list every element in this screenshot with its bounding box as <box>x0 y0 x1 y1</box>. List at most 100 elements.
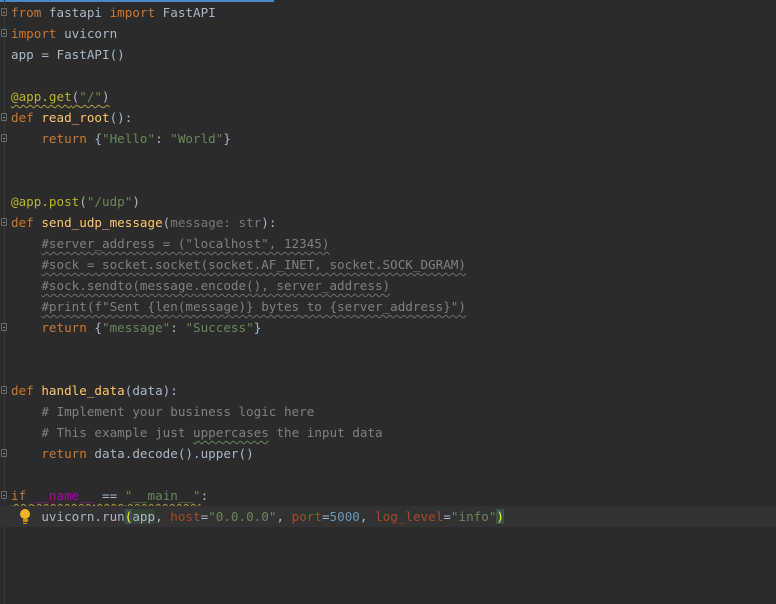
code-token: "message" <box>102 320 171 335</box>
code-token: #sock.sendto(message.encode(), server_ad… <box>41 278 391 293</box>
fold-marker-icon[interactable] <box>1 323 7 331</box>
code-token: "/udp" <box>86 194 133 209</box>
code-token: "/" <box>79 89 103 104</box>
code-line[interactable]: return {"message": "Success"} <box>0 317 776 338</box>
code-line[interactable]: import uvicorn <box>0 23 776 44</box>
code-line[interactable]: #print(f"Sent {len(message)} bytes to {s… <box>0 296 776 317</box>
code-line[interactable]: #sock = socket.socket(socket.AF_INET, so… <box>0 254 776 275</box>
code-token: port <box>291 509 322 524</box>
code-token: } <box>253 320 262 335</box>
code-token: data.decode().upper() <box>86 446 254 461</box>
code-token: (): <box>109 110 133 125</box>
code-token: uppercases <box>193 425 269 440</box>
code-token: ( <box>79 194 87 209</box>
code-token: #server_address = ("localhost", 12345) <box>41 236 330 251</box>
code-token: from <box>11 5 42 20</box>
code-token: ) <box>102 89 110 104</box>
code-token: == <box>94 488 125 503</box>
code-line[interactable]: @app.get("/") <box>0 86 776 107</box>
code-token: "Success" <box>185 320 254 335</box>
code-line[interactable]: return data.decode().upper() <box>0 443 776 464</box>
code-token: = <box>321 509 330 524</box>
lightbulb-icon[interactable] <box>20 508 30 525</box>
code-area[interactable]: from fastapi import FastAPI import uvicor… <box>0 2 776 527</box>
code-line[interactable]: #server_address = ("localhost", 12345) <box>0 233 776 254</box>
code-token: FastAPI <box>155 5 216 20</box>
fold-marker-icon[interactable] <box>1 218 7 226</box>
code-token: : <box>170 320 186 335</box>
code-token: import <box>109 5 156 20</box>
code-token: the input data <box>268 425 383 440</box>
code-token: def <box>11 215 34 230</box>
code-token: ) <box>132 194 140 209</box>
fold-marker-icon[interactable] <box>1 29 7 37</box>
code-line[interactable] <box>0 359 776 380</box>
code-token: @app.post <box>11 194 80 209</box>
code-token: ) <box>496 509 504 524</box>
code-line[interactable]: @app.post("/udp") <box>0 191 776 212</box>
code-line[interactable] <box>0 464 776 485</box>
code-token: send_udp_message <box>41 215 163 230</box>
code-line[interactable] <box>0 149 776 170</box>
code-token: return <box>41 446 87 461</box>
code-line[interactable]: # Implement your business logic here <box>0 401 776 422</box>
code-token: "__main__" <box>124 488 201 503</box>
fold-marker-icon[interactable] <box>1 491 7 499</box>
code-token: : <box>200 488 209 503</box>
code-token: log_level <box>375 509 444 524</box>
code-token: ): <box>261 215 277 230</box>
code-token: , <box>276 509 292 524</box>
code-token: app <box>132 509 156 524</box>
code-token: } <box>223 131 231 146</box>
code-token: 5000 <box>329 509 360 524</box>
code-token: return <box>41 320 87 335</box>
code-line[interactable]: def read_root(): <box>0 107 776 128</box>
code-line[interactable]: app = FastAPI() <box>0 44 776 65</box>
code-token: def <box>11 383 34 398</box>
code-token: app = FastAPI() <box>11 47 125 62</box>
code-token: uvicorn <box>56 26 118 41</box>
code-token: = <box>443 509 451 524</box>
fold-marker-icon[interactable] <box>1 8 7 16</box>
code-line[interactable]: def handle_data(data): <box>0 380 776 401</box>
code-line[interactable]: # This example just uppercases the input… <box>0 422 776 443</box>
code-line[interactable] <box>0 170 776 191</box>
code-token: fastapi <box>41 5 110 20</box>
code-token: # Implement your business logic here <box>41 404 315 419</box>
code-token: @app.get <box>11 89 72 104</box>
code-token: "Hello" <box>102 131 156 146</box>
code-token: message: str <box>170 215 262 230</box>
code-token: "0.0.0.0" <box>208 509 277 524</box>
code-token: { <box>86 320 103 335</box>
code-line-current[interactable]: uvicorn.run(app, host="0.0.0.0", port=50… <box>0 506 776 527</box>
code-token: "info" <box>450 509 497 524</box>
code-token: host <box>170 509 201 524</box>
code-line[interactable] <box>0 338 776 359</box>
code-editor[interactable]: from fastapi import FastAPI import uvicor… <box>0 0 776 604</box>
fold-marker-icon[interactable] <box>1 449 7 457</box>
code-line[interactable] <box>0 65 776 86</box>
fold-marker-icon[interactable] <box>1 134 7 142</box>
code-token: , <box>155 509 171 524</box>
code-token: def <box>11 110 34 125</box>
code-token: return <box>41 131 87 146</box>
fold-marker-icon[interactable] <box>1 386 7 394</box>
fold-marker-icon[interactable] <box>1 113 7 121</box>
code-line[interactable]: from fastapi import FastAPI <box>0 2 776 23</box>
code-line[interactable]: if __name__ == "__main__": <box>0 485 776 506</box>
code-token: # This example just <box>41 425 193 440</box>
code-token: #sock = socket.socket(socket.AF_INET, so… <box>41 257 466 272</box>
code-line[interactable]: def send_udp_message(message: str): <box>0 212 776 233</box>
code-line[interactable]: return {"Hello": "World"} <box>0 128 776 149</box>
code-token: if <box>11 488 27 503</box>
code-line[interactable]: #sock.sendto(message.encode(), server_ad… <box>0 275 776 296</box>
